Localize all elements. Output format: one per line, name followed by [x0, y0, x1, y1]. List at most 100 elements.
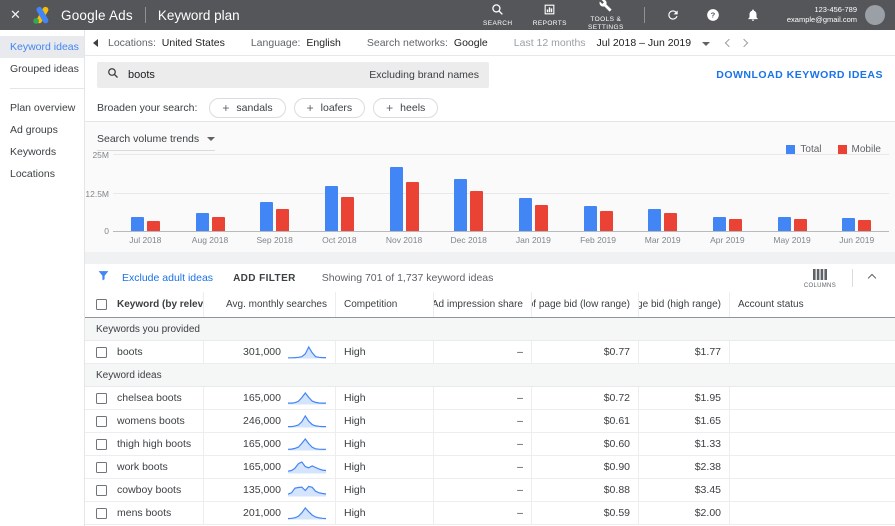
chart-x-axis-labels: Jul 2018 Aug 2018 Sep 2018 Oct 2018 Nov 2018… — [113, 232, 889, 245]
legend-swatch-mobile — [837, 145, 847, 154]
avg-monthly-searches-cell: 165,000 — [203, 433, 335, 455]
keyword-text: cowboy boots — [117, 484, 182, 496]
networks-setting[interactable]: Search networks: Google — [367, 37, 488, 49]
trend-sparkline — [287, 460, 327, 473]
keyword-search-section: boots Excluding brand names DOWNLOAD KEY… — [85, 56, 895, 94]
sidebar-item-keyword-ideas[interactable]: Keyword ideas — [0, 36, 84, 58]
bar-group-oct-2018 — [307, 154, 372, 231]
add-filter-button[interactable]: ADD FILTER — [233, 273, 296, 284]
header-competition[interactable]: Competition — [335, 292, 433, 317]
row-checkbox[interactable] — [96, 484, 107, 496]
bar-group-dec-2018 — [436, 154, 501, 231]
close-icon[interactable]: ✕ — [10, 7, 32, 23]
total-bar — [324, 186, 338, 231]
plus-icon: + — [222, 100, 230, 115]
table-row-chelsea-boots[interactable]: chelsea boots 165,000 High – $0.72 $1.95 — [85, 387, 895, 410]
avatar[interactable] — [865, 5, 885, 25]
download-keyword-ideas-button[interactable]: DOWNLOAD KEYWORD IDEAS — [716, 69, 883, 81]
showing-count-text: Showing 701 of 1,737 keyword ideas — [321, 272, 494, 284]
previous-period-icon[interactable] — [724, 38, 734, 47]
header-keyword[interactable]: Keyword (by relevance) ↓ — [85, 292, 203, 317]
avg-monthly-searches-cell: 201,000 — [203, 502, 335, 524]
sidebar-item-label: Grouped ideas — [10, 63, 79, 75]
trends-dropdown[interactable]: Search volume trends — [97, 133, 216, 151]
table-row-boots[interactable]: boots 301,000 High – $0.77 $1.77 — [85, 341, 895, 364]
columns-button[interactable]: COLUMNS — [804, 268, 836, 289]
keyword-text: chelsea boots — [117, 392, 182, 404]
reports-nav-button[interactable]: REPORTS — [533, 2, 567, 28]
keyword-search-input[interactable]: boots Excluding brand names — [97, 62, 489, 88]
table-row-mens-boots[interactable]: mens boots 201,000 High – $0.59 $2.00 — [85, 502, 895, 525]
brand-filter-note[interactable]: Excluding brand names — [369, 69, 479, 81]
search-volume-trends-card: Search volume trends Total Mobile 25M 12.5… — [85, 122, 895, 252]
language-setting[interactable]: Language: English — [251, 37, 341, 49]
sidebar-item-plan-overview[interactable]: Plan overview — [0, 97, 84, 119]
bar-group-apr-2019 — [695, 154, 760, 231]
table-row-thigh-high-boots[interactable]: thigh high boots 165,000 High – $0.60 $1.33 — [85, 433, 895, 456]
trends-title: Search volume trends — [97, 133, 200, 145]
select-all-checkbox[interactable] — [96, 299, 107, 310]
row-checkbox[interactable] — [96, 438, 107, 450]
notifications-bell-icon[interactable] — [740, 6, 766, 24]
wrench-icon — [599, 0, 612, 15]
keyword-text: work boots — [117, 461, 168, 473]
keyword-text: thigh high boots — [117, 438, 192, 450]
keyword-cell: cowboy boots — [85, 479, 203, 501]
broaden-label: Broaden your search: — [97, 101, 198, 114]
google-ads-logo-icon — [32, 6, 53, 25]
broaden-chip-sandals[interactable]: + sandals — [209, 97, 286, 118]
broaden-search-row: Broaden your search: + sandals + loafers + he… — [85, 94, 895, 122]
row-checkbox[interactable] — [96, 461, 107, 473]
bar-group-jul-2018 — [113, 154, 178, 231]
bar-group-may-2019 — [760, 154, 825, 231]
header-top-of-page-bid-low[interactable]: Top of page bid (low range) — [531, 292, 638, 317]
locations-setting[interactable]: Locations: United States — [108, 37, 225, 49]
bar-group-sep-2018 — [242, 154, 307, 231]
tools-settings-nav-button[interactable]: TOOLS & SETTINGS — [585, 0, 627, 32]
row-checkbox[interactable] — [96, 392, 107, 404]
date-range-selector[interactable]: Last 12 months Jul 2018 – Jun 2019 — [514, 37, 710, 49]
broaden-chip-heels[interactable]: + heels — [373, 97, 439, 118]
account-id: 123-456-789 — [814, 4, 857, 14]
chip-label: sandals — [236, 101, 273, 114]
header-avg-monthly-searches[interactable]: Avg. monthly searches — [203, 292, 335, 317]
broaden-chip-loafers[interactable]: + loafers — [293, 97, 366, 118]
filter-bar-divider — [852, 269, 853, 287]
help-icon[interactable]: ? — [700, 6, 726, 24]
total-bar — [389, 166, 403, 231]
sidebar-item-keywords[interactable]: Keywords — [0, 141, 84, 163]
sidebar-item-locations[interactable]: Locations — [0, 163, 84, 185]
row-checkbox[interactable] — [96, 346, 107, 358]
chart-plot-area — [113, 154, 889, 232]
total-bar — [712, 216, 726, 231]
filter-funnel-icon[interactable] — [97, 269, 110, 287]
networks-value: Google — [453, 36, 488, 49]
sidebar-item-grouped-ideas[interactable]: Grouped ideas — [0, 58, 84, 80]
header-ad-impression-share[interactable]: Ad impression share — [433, 292, 531, 317]
table-row-work-boots[interactable]: work boots 165,000 High – $0.90 $2.38 — [85, 456, 895, 479]
searches-value: 135,000 — [243, 484, 281, 496]
table-row-cowboy-boots[interactable]: cowboy boots 135,000 High – $0.88 $3.45 — [85, 479, 895, 502]
chip-label: loafers — [320, 101, 353, 114]
table-row-womens-boots[interactable]: womens boots 246,000 High – $0.61 $1.65 — [85, 410, 895, 433]
account-status-cell — [729, 341, 895, 363]
exclude-adult-ideas-filter[interactable]: Exclude adult ideas — [122, 272, 213, 284]
sidebar-item-label: Locations — [10, 168, 55, 180]
keyword-cell: chelsea boots — [85, 387, 203, 409]
row-checkbox[interactable] — [96, 507, 107, 519]
collapse-panel-icon[interactable] — [93, 38, 98, 47]
collapse-table-icon[interactable] — [867, 273, 877, 283]
search-nav-button[interactable]: SEARCH — [481, 2, 515, 28]
svg-text:?: ? — [711, 11, 716, 20]
x-axis-label: Jul 2018 — [129, 235, 162, 245]
chevron-down-icon — [701, 41, 710, 46]
reports-icon — [543, 3, 556, 19]
sidebar-item-ad-groups[interactable]: Ad groups — [0, 119, 84, 141]
header-account-status[interactable]: Account status — [729, 292, 895, 317]
row-checkbox[interactable] — [96, 415, 107, 427]
next-period-icon[interactable] — [739, 38, 749, 47]
ad-impression-share-cell: – — [433, 341, 531, 363]
refresh-icon[interactable] — [660, 6, 686, 24]
ad-impression-share-cell: – — [433, 433, 531, 455]
header-top-of-page-bid-high[interactable]: Top of page bid (high range) — [638, 292, 729, 317]
